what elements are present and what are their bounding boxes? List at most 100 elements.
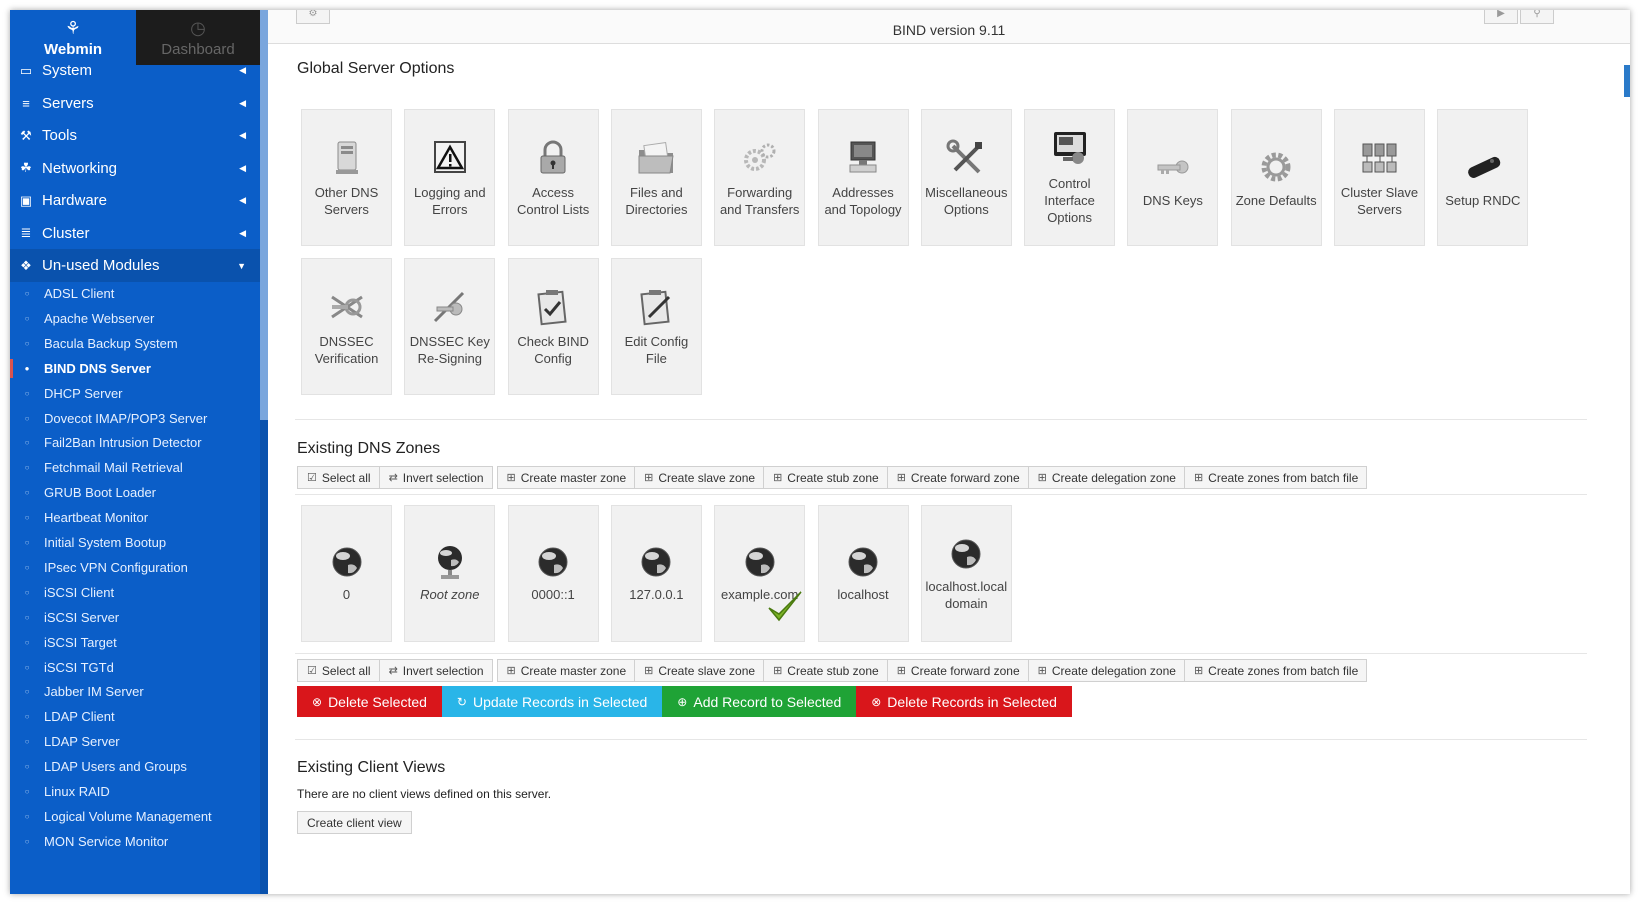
zone-tile[interactable]: example.com (714, 505, 806, 642)
create-delegation-zone-button[interactable]: ⊞ Create delegation zone (1027, 466, 1185, 489)
sidebar-module-item[interactable]: ○ GRUB Boot Loader (10, 480, 260, 505)
zone-tile[interactable]: localhost (817, 505, 909, 642)
sidebar-category-system[interactable]: ▭ System ◀ (10, 54, 260, 87)
option-tile-files-and-directories[interactable]: Files and Directories (610, 109, 702, 246)
monitor-icon (1053, 132, 1086, 164)
sidebar-category-cluster[interactable]: ≣ Cluster ◀ (10, 217, 260, 250)
sidebar-module-item[interactable]: ● BIND DNS Server (10, 356, 260, 381)
sidebar-module-item[interactable]: ○ ADSL Client (10, 281, 260, 306)
option-tile-check-bind-config[interactable]: Check BIND Config (507, 258, 599, 395)
sidebar-module-item[interactable]: ○ iSCSI Client (10, 580, 260, 605)
sidebar-module-item[interactable]: ○ Fail2Ban Intrusion Detector (10, 430, 260, 455)
caret-down-icon: ▼ (237, 260, 246, 271)
sidebar-module-item[interactable]: ○ Jabber IM Server (10, 679, 260, 704)
sidebar-module-item[interactable]: ○ iSCSI Server (10, 605, 260, 630)
plus-circle-icon: ⊕ (677, 694, 688, 709)
tools-icon: ⚒ (20, 127, 32, 143)
option-tile-other-dns-servers[interactable]: Other DNS Servers (301, 109, 392, 246)
sidebar-module-item[interactable]: ○ MON Service Monitor (10, 829, 260, 854)
create-slave-zone-button[interactable]: ⊞ Create slave zone (634, 466, 765, 489)
sidebar-category-hardware[interactable]: ▣ Hardware ◀ (10, 184, 260, 217)
zone-tile[interactable]: 0000::1 (507, 505, 599, 642)
option-tile-zone-defaults[interactable]: Zone Defaults (1230, 109, 1322, 246)
sidebar-module-item[interactable]: ○ Fetchmail Mail Retrieval (10, 455, 260, 480)
option-tile-control-interface-options[interactable]: Control Interface Options (1024, 109, 1116, 246)
create-zones-from-batch-file-button[interactable]: ⊞ Create zones from batch file (1183, 466, 1368, 489)
sidebar-scrollbar-thumb[interactable] (260, 10, 268, 420)
invert-selection-button[interactable]: ⇄ Invert selection (378, 659, 493, 682)
create-forward-zone-button[interactable]: ⊞ Create forward zone (886, 466, 1029, 489)
option-tile-label: Check BIND Config (517, 333, 589, 366)
sidebar-module-item[interactable]: ○ IPsec VPN Configuration (10, 555, 260, 580)
option-tile-dnssec-verification[interactable]: DNSSEC Verification (301, 258, 392, 395)
zone-tile[interactable]: 0 (301, 505, 392, 642)
sidebar-category-networking[interactable]: ☘ Networking ◀ (10, 152, 260, 185)
zone-tile[interactable]: Root zone (404, 505, 496, 642)
sidebar-module-item[interactable]: ○ Logical Volume Management (10, 804, 260, 829)
sidebar-category-tools[interactable]: ⚒ Tools ◀ (10, 119, 260, 152)
create-master-zone-button[interactable]: ⊞ Create master zone (496, 659, 636, 682)
create-slave-zone-button[interactable]: ⊞ Create slave zone (634, 659, 765, 682)
sidebar-module-label: iSCSI Server (44, 609, 120, 625)
zone-tile[interactable]: localhost.localdomain (920, 505, 1012, 642)
create-zones-from-batch-file-button[interactable]: ⊞ Create zones from batch file (1183, 659, 1368, 682)
option-tile-label: Access Control Lists (516, 184, 590, 217)
option-tile-dns-keys[interactable]: DNS Keys (1127, 109, 1219, 246)
sidebar-module-label: Heartbeat Monitor (44, 510, 149, 526)
pen-key-icon (433, 291, 464, 322)
sidebar-module-item[interactable]: ○ LDAP Users and Groups (10, 754, 260, 779)
sidebar-module-item[interactable]: ○ Heartbeat Monitor (10, 505, 260, 530)
delete-selected-button[interactable]: ⊗ Delete Selected (297, 686, 442, 717)
delete-records-in-selected-button[interactable]: ⊗ Delete Records in Selected (856, 686, 1072, 717)
option-tile-miscellaneous-options[interactable]: Miscellaneous Options (920, 109, 1012, 246)
zone-tile[interactable]: 127.0.0.1 (610, 505, 702, 642)
sidebar-module-label: Fetchmail Mail Retrieval (44, 460, 183, 476)
padlock-icon (540, 140, 566, 173)
sidebar-module-item[interactable]: ○ Apache Webserver (10, 306, 260, 331)
sidebar-category-servers[interactable]: ≡ Servers ◀ (10, 87, 260, 120)
create-master-zone-button[interactable]: ⊞ Create master zone (496, 466, 636, 489)
plus-square-icon: ⊞ (773, 472, 783, 484)
create-stub-zone-button[interactable]: ⊞ Create stub zone (763, 466, 888, 489)
sidebar-module-item[interactable]: ○ LDAP Server (10, 729, 260, 754)
sidebar-module-label: Fail2Ban Intrusion Detector (44, 435, 202, 451)
sidebar-module-label: Linux RAID (44, 784, 110, 799)
select-all-button[interactable]: ☑ Select all (297, 466, 380, 489)
create-forward-zone-button[interactable]: ⊞ Create forward zone (886, 659, 1029, 682)
sidebar-module-item[interactable]: ○ iSCSI TGTd (10, 655, 260, 680)
sidebar-module-item[interactable]: ○ LDAP Client (10, 704, 260, 729)
sidebar-category-un-used-modules[interactable]: ❖ Un-used Modules ▼ (10, 249, 260, 282)
bullet-icon: ○ (24, 712, 30, 722)
sidebar-module-label: LDAP Users and Groups (44, 759, 187, 775)
sidebar-module-item[interactable]: ○ Initial System Bootup (10, 530, 260, 555)
invert-selection-button[interactable]: ⇄ Invert selection (378, 466, 493, 489)
sidebar-module-label: DHCP Server (44, 385, 123, 401)
update-records-in-selected-button[interactable]: ↻ Update Records in Selected (441, 686, 663, 717)
sidebar-category-label: Cluster (42, 224, 90, 242)
sidebar-module-item[interactable]: ○ DHCP Server (10, 381, 260, 406)
sidebar-module-item[interactable]: ○ iSCSI Target (10, 630, 260, 655)
option-tile-forwarding-and-transfers[interactable]: Forwarding and Transfers (714, 109, 806, 246)
sidebar-module-label: MON Service Monitor (44, 833, 169, 849)
sidebar-module-item[interactable]: ○ Linux RAID (10, 779, 260, 804)
globe-icon (538, 547, 568, 577)
sidebar-module-label: Jabber IM Server (44, 684, 144, 700)
option-tile-addresses-and-topology[interactable]: Addresses and Topology (817, 109, 909, 246)
option-tile-dnssec-key-re-signing[interactable]: DNSSEC Key Re-Signing (404, 258, 496, 395)
add-record-to-selected-button[interactable]: ⊕ Add Record to Selected (662, 686, 857, 717)
create-delegation-zone-button[interactable]: ⊞ Create delegation zone (1027, 659, 1185, 682)
main-content: ⚙ ▶ ⚲ BIND version 9.11 Global Server Op… (268, 10, 1630, 894)
option-tile-access-control-lists[interactable]: Access Control Lists (507, 109, 599, 246)
sidebar-module-item[interactable]: ○ Bacula Backup System (10, 331, 260, 356)
option-tile-cluster-slave-servers[interactable]: Cluster Slave Servers (1334, 109, 1425, 246)
option-tile-setup-rndc[interactable]: Setup RNDC (1437, 109, 1529, 246)
select-all-button[interactable]: ☑ Select all (297, 659, 380, 682)
sidebar-module-item[interactable]: ○ Dovecot IMAP/POP3 Server (10, 406, 260, 431)
main-scrollbar[interactable] (1624, 65, 1630, 97)
bullet-icon: ● (24, 363, 30, 373)
create-stub-zone-button[interactable]: ⊞ Create stub zone (763, 659, 888, 682)
create-client-view-button[interactable]: Create client view (297, 811, 412, 834)
option-tile-logging-and-errors[interactable]: Logging and Errors (404, 109, 496, 246)
bullet-icon: ○ (24, 787, 30, 796)
option-tile-edit-config-file[interactable]: Edit Config File (610, 258, 702, 395)
